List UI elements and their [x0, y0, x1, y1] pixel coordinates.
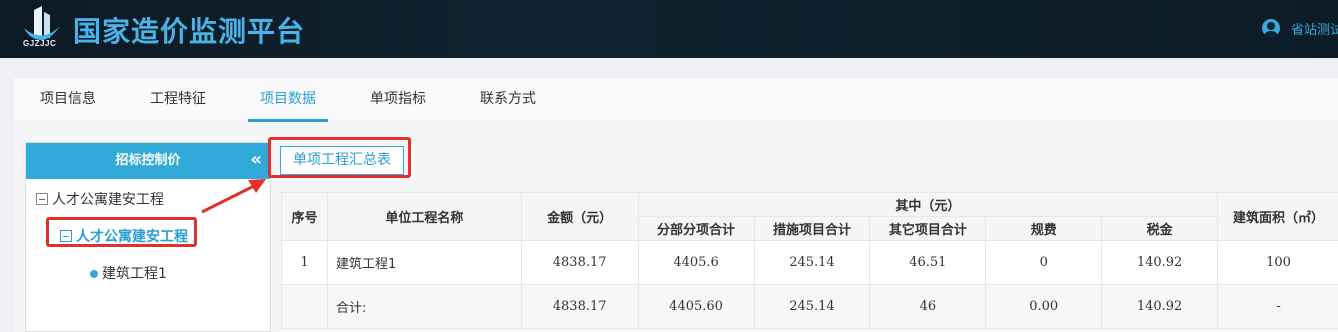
header-sub-items: 分部分项合计: [637, 216, 755, 241]
logo-text: GJZJJC: [23, 39, 57, 48]
cell-index: [281, 284, 328, 329]
user-avatar-icon[interactable]: [1262, 19, 1280, 37]
cell-name: 合计:: [326, 284, 522, 329]
user-name[interactable]: 省站测试: [1291, 19, 1338, 38]
table-total-row: 合计: 4838.17 4405.60 245.14 46 0.00 140.9…: [281, 284, 1338, 329]
tab-project-info[interactable]: 项目信息: [28, 78, 108, 122]
header-area: 建筑面积（㎡）: [1217, 192, 1338, 241]
site-title: 国家造价监测平台: [73, 15, 306, 48]
tab-engineering-features[interactable]: 工程特征: [138, 78, 218, 122]
cell-amount: 4838.17: [520, 240, 639, 285]
top-header: GJZJJC 国家造价监测平台 省站测试: [0, 0, 1338, 58]
cell-tax: 140.92: [1101, 240, 1219, 285]
header-measures: 措施项目合计: [753, 216, 871, 241]
cell-fees: 0.00: [985, 284, 1103, 329]
cell-index: 1: [281, 240, 328, 285]
cell-area: 100: [1217, 240, 1338, 285]
collapse-left-icon[interactable]: «: [250, 143, 262, 179]
tab-project-data[interactable]: 项目数据: [248, 78, 328, 122]
cell-amount: 4838.17: [520, 284, 639, 329]
leaf-dot-icon: [90, 270, 98, 278]
tab-bar: 项目信息 工程特征 项目数据 单项指标 联系方式: [14, 78, 1338, 122]
cell-fees: 0: [985, 240, 1103, 285]
highlight-box-summary-button: [268, 137, 411, 178]
header-amount: 金额（元）: [520, 192, 639, 241]
cell-tax: 140.92: [1101, 284, 1219, 329]
unit-project-table: 序号 单位工程名称 金额（元） 其中（元） 建筑面积（㎡） 分部分项合计 措施项…: [281, 192, 1338, 329]
collapse-node-icon[interactable]: [36, 193, 48, 205]
tree-node-label: 建筑工程1: [102, 266, 167, 282]
content-area: 招标控制价 « 人才公寓建安工程 人才公寓建安工程 建筑工程1 单项工程汇总表: [14, 122, 1338, 332]
main-panel: 项目信息 工程特征 项目数据 单项指标 联系方式 招标控制价 « 人才公寓建安工…: [14, 78, 1338, 332]
cell-other: 46.51: [869, 240, 987, 285]
cell-sub-items: 4405.6: [637, 240, 755, 285]
header-fees: 规费: [985, 216, 1103, 241]
cell-other: 46: [869, 284, 987, 329]
table-row: 1 建筑工程1 4838.17 4405.6 245.14 46.51 0 14…: [281, 240, 1338, 285]
tab-contact[interactable]: 联系方式: [468, 78, 548, 122]
cell-name[interactable]: 建筑工程1: [326, 240, 522, 285]
tree-header: 招标控制价 «: [26, 143, 270, 179]
cell-measures: 245.14: [753, 284, 871, 329]
header-tax: 税金: [1101, 216, 1219, 241]
tree-header-label: 招标控制价: [115, 153, 181, 168]
tree-node-root[interactable]: 人才公寓建安工程: [36, 189, 164, 209]
header-other: 其它项目合计: [869, 216, 987, 241]
cell-area: -: [1217, 284, 1338, 329]
header-of-which: 其中（元）: [637, 192, 1219, 217]
cell-measures: 245.14: [753, 240, 871, 285]
header-name: 单位工程名称: [326, 192, 522, 241]
tree-node-leaf[interactable]: 建筑工程1: [90, 263, 167, 283]
header-index: 序号: [281, 192, 328, 241]
tab-single-indicators[interactable]: 单项指标: [358, 78, 438, 122]
highlight-box-tree-node: [46, 217, 197, 247]
tree-node-label: 人才公寓建安工程: [52, 192, 164, 208]
cell-sub-items: 4405.60: [637, 284, 755, 329]
